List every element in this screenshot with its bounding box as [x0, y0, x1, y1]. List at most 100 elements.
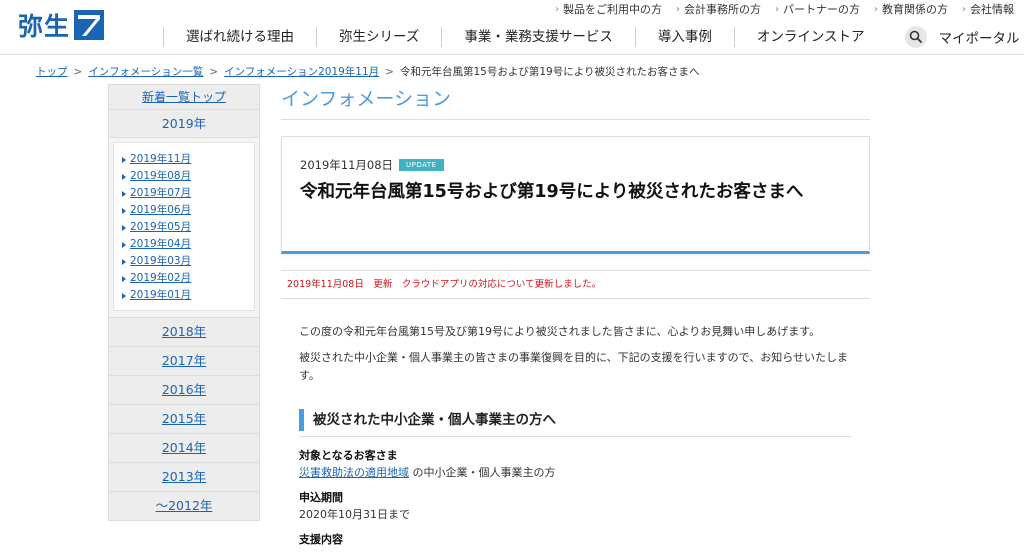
- article-paragraph: この度の令和元年台風第15号及び第19号により被災されました皆さまに、心よりお見…: [299, 325, 821, 338]
- sidebar-year-label: 2018年: [161, 324, 207, 339]
- triangle-right-icon: [122, 190, 126, 197]
- logo-text: 弥生: [18, 12, 71, 41]
- sidebar-month-item[interactable]: 2019年02月: [122, 270, 248, 287]
- target-value-text: の中小企業・個人事業主の方: [412, 466, 556, 479]
- sidebar-month-label: 2019年06月: [130, 204, 192, 216]
- triangle-right-icon: [122, 207, 126, 214]
- sidebar-month-label: 2019年05月: [130, 221, 192, 233]
- article-paragraph: 被災された中小企業・個人事業主の皆さまの事業復興を目的に、下記の支援を行いますの…: [299, 351, 849, 382]
- breadcrumb-current: 令和元年台風第15号および第19号により被災されたお客さまへ: [399, 66, 700, 78]
- update-notice: 2019年11月08日 更新 クラウドアプリの対応について更新しました。: [281, 270, 870, 299]
- period-value: 2020年10月31日まで: [299, 508, 410, 521]
- target-value: 災害救助法の適用地域 の中小企業・個人事業主の方: [299, 464, 870, 481]
- search-icon[interactable]: [904, 26, 927, 48]
- sidebar-year-item[interactable]: ～2012年: [108, 492, 260, 521]
- main-content: インフォメーション 2019年11月08日 UPDATE 令和元年台風第15号お…: [281, 84, 870, 548]
- sidebar-month-item[interactable]: 2019年11月: [122, 151, 248, 168]
- sidebar-year-current[interactable]: 2019年: [108, 110, 260, 138]
- chevron-right-icon: ›: [874, 3, 878, 15]
- global-nav: 選ばれ続ける理由 弥生シリーズ 事業・業務支援サービス 導入事例 オンラインスト…: [163, 24, 1020, 50]
- sidebar-year-item[interactable]: 2016年: [108, 376, 260, 405]
- nav-item-series[interactable]: 弥生シリーズ: [316, 27, 441, 47]
- utility-link-education[interactable]: › 教育関係の方: [874, 1, 948, 17]
- article-date: 2019年11月08日: [300, 158, 394, 172]
- section-title: インフォメーション: [281, 84, 870, 120]
- breadcrumb-separator-icon: >: [385, 65, 394, 78]
- utility-link-label: 教育関係の方: [882, 3, 948, 16]
- nav-item-store[interactable]: オンラインストア: [733, 27, 887, 47]
- utility-link-accountants[interactable]: › 会計事務所の方: [676, 1, 761, 17]
- breadcrumb-top[interactable]: トップ: [36, 64, 68, 79]
- chevron-right-icon: ›: [676, 3, 680, 15]
- sidebar-year-item[interactable]: 2013年: [108, 463, 260, 492]
- sidebar-top-link[interactable]: 新着一覧トップ: [142, 90, 226, 104]
- utility-link-company[interactable]: › 会社情報: [962, 1, 1014, 17]
- breadcrumb-separator-icon: >: [209, 65, 219, 78]
- subheading: 被災された中小企業・個人事業主の方へ: [299, 409, 851, 431]
- triangle-right-icon: [122, 173, 126, 180]
- sidebar-month-item[interactable]: 2019年04月: [122, 236, 248, 253]
- article-body: この度の令和元年台風第15号及び第19号により被災されました皆さまに、心よりお見…: [281, 323, 870, 385]
- chevron-right-icon: ›: [962, 3, 966, 15]
- period-label: 申込期間: [299, 491, 343, 504]
- sidebar-year-item[interactable]: 2018年: [108, 318, 260, 347]
- myportal-link[interactable]: マイポータル: [939, 27, 1020, 47]
- yayoi-logo[interactable]: 弥生: [18, 7, 105, 43]
- sidebar-month-label: 2019年08月: [130, 170, 192, 182]
- utility-link-label: パートナーの方: [783, 3, 860, 16]
- utility-link-label: 会計事務所の方: [684, 3, 761, 16]
- sidebar-month-label: 2019年03月: [130, 255, 192, 267]
- breadcrumb-info-month[interactable]: インフォメーション2019年11月: [224, 64, 379, 79]
- utility-link-partners[interactable]: › パートナーの方: [775, 1, 860, 17]
- sidebar-year-item[interactable]: 2015年: [108, 405, 260, 434]
- support-label: 支援内容: [299, 533, 343, 546]
- archive-sidebar: 新着一覧トップ 2019年 2019年11月 2019年08月 2019年07月…: [108, 84, 260, 521]
- sidebar-month-label: 2019年11月: [130, 153, 192, 165]
- nav-item-services[interactable]: 事業・業務支援サービス: [441, 27, 635, 47]
- sidebar-months-list: 2019年11月 2019年08月 2019年07月 2019年06月 2019…: [113, 142, 255, 311]
- sidebar-month-item[interactable]: 2019年07月: [122, 185, 248, 202]
- triangle-right-icon: [122, 292, 126, 299]
- sidebar-year-label: 2016年: [161, 382, 207, 397]
- article-title: 令和元年台風第15号および第19号により被災されたお客さまへ: [300, 182, 804, 202]
- sidebar-month-label: 2019年04月: [130, 238, 192, 250]
- sidebar-month-item[interactable]: 2019年01月: [122, 287, 248, 304]
- nav-item-reasons[interactable]: 選ばれ続ける理由: [163, 27, 316, 47]
- utility-link-label: 製品をご利用中の方: [563, 3, 662, 16]
- sidebar-month-item[interactable]: 2019年08月: [122, 168, 248, 185]
- subheading-divider: [299, 436, 851, 437]
- sidebar-top-item: 新着一覧トップ: [108, 84, 260, 110]
- sidebar-months-panel: 2019年11月 2019年08月 2019年07月 2019年06月 2019…: [108, 138, 260, 318]
- sidebar-month-item[interactable]: 2019年03月: [122, 253, 248, 270]
- chevron-right-icon: ›: [775, 3, 779, 15]
- sidebar-year-label: 2017年: [161, 353, 207, 368]
- logo-mark-icon: [74, 10, 105, 40]
- utility-link-users[interactable]: › 製品をご利用中の方: [555, 1, 662, 17]
- triangle-right-icon: [122, 156, 126, 163]
- sidebar-month-label: 2019年07月: [130, 187, 192, 199]
- sidebar-year-item[interactable]: 2014年: [108, 434, 260, 463]
- triangle-right-icon: [122, 224, 126, 231]
- triangle-right-icon: [122, 258, 126, 265]
- breadcrumb-info-list[interactable]: インフォメーション一覧: [88, 64, 203, 79]
- sidebar-month-item[interactable]: 2019年06月: [122, 202, 248, 219]
- sidebar-month-item[interactable]: 2019年05月: [122, 219, 248, 236]
- sidebar-month-label: 2019年01月: [130, 289, 192, 301]
- site-header: 弥生 › 製品をご利用中の方 › 会計事務所の方 › パートナーの方 › 教育関係の方 …: [0, 0, 1024, 55]
- disaster-relief-area-link[interactable]: 災害救助法の適用地域: [299, 466, 409, 479]
- nav-item-cases[interactable]: 導入事例: [634, 27, 734, 47]
- utility-links: › 製品をご利用中の方 › 会計事務所の方 › パートナーの方 › 教育関係の方 › 会社…: [555, 1, 1014, 17]
- sidebar-month-label: 2019年02月: [130, 272, 192, 284]
- triangle-right-icon: [122, 275, 126, 282]
- support-details: 対象となるお客さま 災害救助法の適用地域 の中小企業・個人事業主の方 申込期間 …: [299, 447, 870, 548]
- sidebar-year-item[interactable]: 2017年: [108, 347, 260, 376]
- sidebar-year-label: 2015年: [161, 411, 207, 426]
- triangle-right-icon: [122, 241, 126, 248]
- article-meta: 2019年11月08日 UPDATE: [300, 157, 851, 173]
- utility-link-label: 会社情報: [970, 3, 1014, 16]
- breadcrumb: トップ > インフォメーション一覧 > インフォメーション2019年11月 > …: [36, 64, 700, 79]
- chevron-right-icon: ›: [555, 3, 559, 15]
- update-badge: UPDATE: [399, 159, 444, 171]
- sidebar-year-label: 2014年: [161, 440, 207, 455]
- article-header-card: 2019年11月08日 UPDATE 令和元年台風第15号および第19号により被…: [281, 136, 870, 254]
